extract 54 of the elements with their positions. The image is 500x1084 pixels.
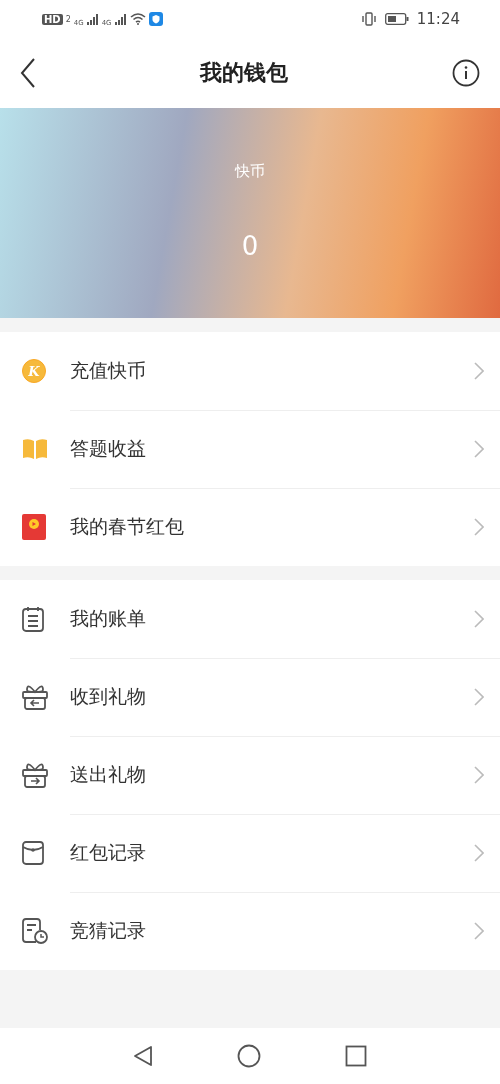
back-icon bbox=[20, 58, 36, 88]
chevron-right-icon bbox=[474, 518, 484, 536]
vibrate-icon bbox=[360, 12, 377, 26]
menu-label: 竞猜记录 bbox=[70, 918, 146, 943]
info-icon bbox=[452, 59, 480, 87]
signal-icon bbox=[114, 13, 127, 25]
chevron-right-icon bbox=[474, 439, 484, 458]
menu-item[interactable]: 我的春节红包 bbox=[0, 488, 500, 566]
menu-item[interactable]: 竞猜记录 bbox=[0, 892, 500, 970]
calendar-icon bbox=[22, 606, 44, 632]
home-nav-button[interactable] bbox=[237, 1044, 261, 1068]
clock-time: 11:24 bbox=[416, 10, 460, 28]
info-button[interactable] bbox=[452, 59, 480, 87]
signal-icon bbox=[86, 13, 99, 25]
menu-label: 红包记录 bbox=[70, 839, 146, 865]
square-icon bbox=[345, 1045, 367, 1067]
menu-label: 送出礼物 bbox=[70, 761, 146, 787]
back-nav-button[interactable] bbox=[133, 1045, 153, 1067]
bill-clock-icon bbox=[22, 918, 48, 944]
menu-item[interactable]: 收到礼物 bbox=[0, 658, 500, 736]
menu-item[interactable]: 我的账单 bbox=[0, 580, 500, 658]
menu-item[interactable]: 送出礼物 bbox=[0, 736, 500, 814]
chevron-right-icon bbox=[474, 687, 484, 706]
wifi-icon bbox=[129, 13, 146, 25]
chevron-right-icon bbox=[474, 609, 484, 628]
menu-label: 我的账单 bbox=[70, 605, 146, 631]
menu-label: 收到礼物 bbox=[70, 683, 146, 709]
back-button[interactable] bbox=[20, 58, 36, 88]
envelope-icon bbox=[22, 841, 44, 865]
chevron-right-icon bbox=[474, 361, 484, 380]
page-title: 我的钱包 bbox=[200, 59, 288, 87]
gift-icon bbox=[22, 762, 48, 788]
hd-badge: HD bbox=[42, 13, 63, 25]
coin-icon: K bbox=[22, 359, 46, 383]
chevron-right-icon bbox=[474, 843, 484, 862]
menu-item[interactable]: 答题收益 bbox=[0, 410, 500, 488]
triangle-icon bbox=[133, 1045, 153, 1067]
book-icon bbox=[22, 438, 48, 460]
circle-icon bbox=[237, 1044, 261, 1068]
menu-label: 答题收益 bbox=[70, 435, 146, 461]
battery-icon bbox=[384, 13, 409, 25]
menu-label: 我的春节红包 bbox=[70, 514, 184, 539]
menu-item[interactable]: K 充值快币 bbox=[0, 332, 500, 410]
chevron-right-icon bbox=[474, 765, 484, 784]
gift-icon bbox=[22, 684, 48, 710]
chevron-right-icon bbox=[474, 922, 484, 940]
balance-value: 0 bbox=[241, 231, 259, 261]
recents-nav-button[interactable] bbox=[345, 1045, 367, 1067]
menu-item[interactable]: 红包记录 bbox=[0, 814, 500, 892]
sim-number: 2 bbox=[65, 14, 71, 24]
balance-label: 快币 bbox=[235, 162, 265, 181]
packet-icon bbox=[22, 514, 46, 540]
menu-label: 充值快币 bbox=[70, 357, 146, 383]
shield-icon bbox=[148, 12, 163, 26]
